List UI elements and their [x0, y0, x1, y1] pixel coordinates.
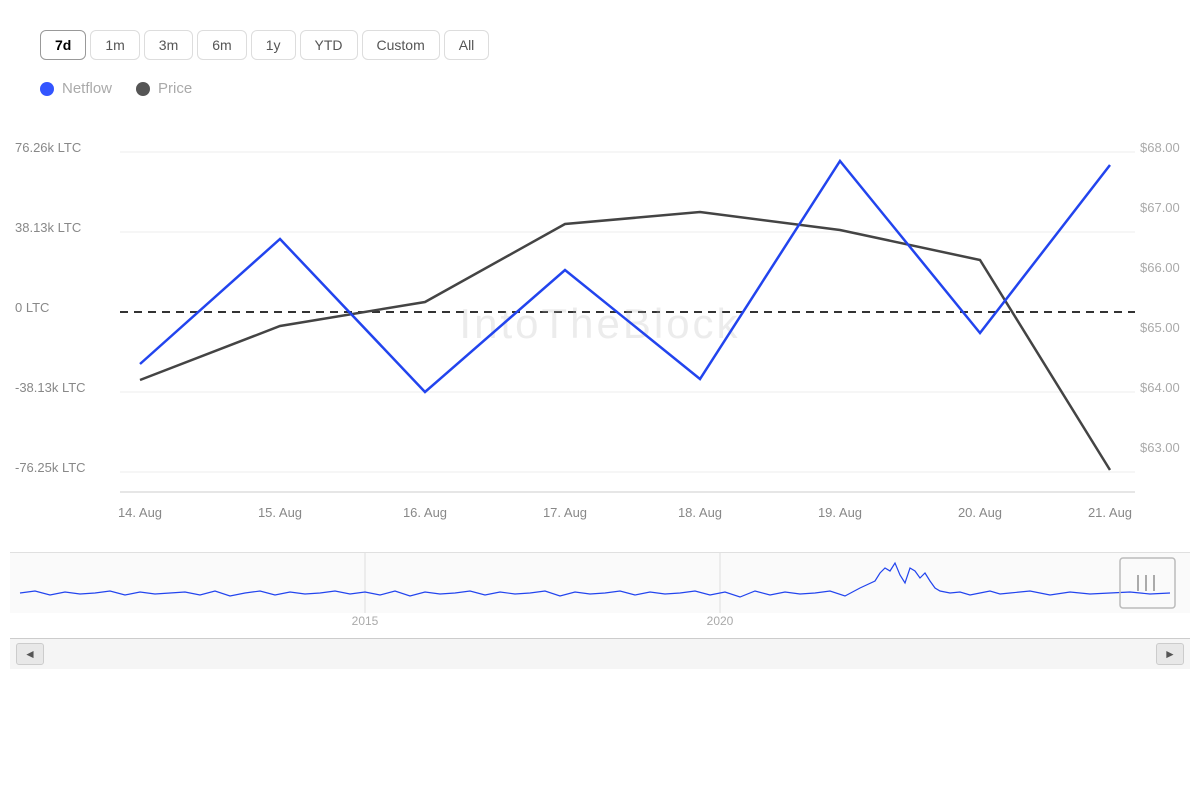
main-container: 7d1m3m6m1yYTDCustomAll Netflow Price 76.2… [0, 0, 1200, 800]
x-label-5: 18. Aug [678, 505, 722, 520]
nav-prev-button[interactable]: ◄ [16, 643, 44, 665]
legend-dot-netflow [40, 82, 54, 96]
y-right-label-6: $63.00 [1140, 440, 1180, 455]
minimap-container: 2015 2020 [10, 552, 1190, 638]
nav-buttons-row: ◄ ► [10, 638, 1190, 669]
nav-next-button[interactable]: ► [1156, 643, 1184, 665]
minimap-chart: 2015 2020 [10, 553, 1190, 633]
x-label-6: 19. Aug [818, 505, 862, 520]
y-label-1: 76.26k LTC [15, 140, 81, 155]
legend-label-price: Price [158, 80, 192, 97]
y-right-label-1: $68.00 [1140, 140, 1180, 155]
minimap-bg [10, 553, 1190, 613]
minimap-label-2020: 2020 [707, 614, 734, 628]
legend-dot-price [136, 82, 150, 96]
x-label-8: 21. Aug [1088, 505, 1132, 520]
legend-item-netflow: Netflow [40, 80, 112, 97]
x-label-4: 17. Aug [543, 505, 587, 520]
y-label-5: -76.25k LTC [15, 460, 86, 475]
time-btn-3m[interactable]: 3m [144, 30, 193, 60]
time-btn-all[interactable]: All [444, 30, 490, 60]
y-right-label-4: $65.00 [1140, 320, 1180, 335]
time-btn-1y[interactable]: 1y [251, 30, 296, 60]
chart-wrapper: 76.26k LTC 38.13k LTC 0 LTC -38.13k LTC … [10, 117, 1190, 669]
time-btn-custom[interactable]: Custom [362, 30, 440, 60]
y-label-3: 0 LTC [15, 300, 49, 315]
time-btn-1m[interactable]: 1m [90, 30, 139, 60]
time-btn-7d[interactable]: 7d [40, 30, 86, 60]
chart-svg-container: 76.26k LTC 38.13k LTC 0 LTC -38.13k LTC … [10, 117, 1190, 542]
x-label-2: 15. Aug [258, 505, 302, 520]
y-label-4: -38.13k LTC [15, 380, 86, 395]
legend-item-price: Price [136, 80, 192, 97]
x-label-3: 16. Aug [403, 505, 447, 520]
main-chart: 76.26k LTC 38.13k LTC 0 LTC -38.13k LTC … [10, 117, 1190, 537]
time-range-selector: 7d1m3m6m1yYTDCustomAll [10, 20, 1190, 70]
chart-legend: Netflow Price [10, 70, 1190, 117]
y-right-label-5: $64.00 [1140, 380, 1180, 395]
legend-label-netflow: Netflow [62, 80, 112, 97]
time-btn-6m[interactable]: 6m [197, 30, 246, 60]
y-right-label-3: $66.00 [1140, 260, 1180, 275]
netflow-line [140, 161, 1110, 392]
y-label-2: 38.13k LTC [15, 220, 81, 235]
x-label-1: 14. Aug [118, 505, 162, 520]
y-right-label-2: $67.00 [1140, 200, 1180, 215]
time-btn-ytd[interactable]: YTD [300, 30, 358, 60]
minimap-label-2015: 2015 [352, 614, 379, 628]
x-label-7: 20. Aug [958, 505, 1002, 520]
